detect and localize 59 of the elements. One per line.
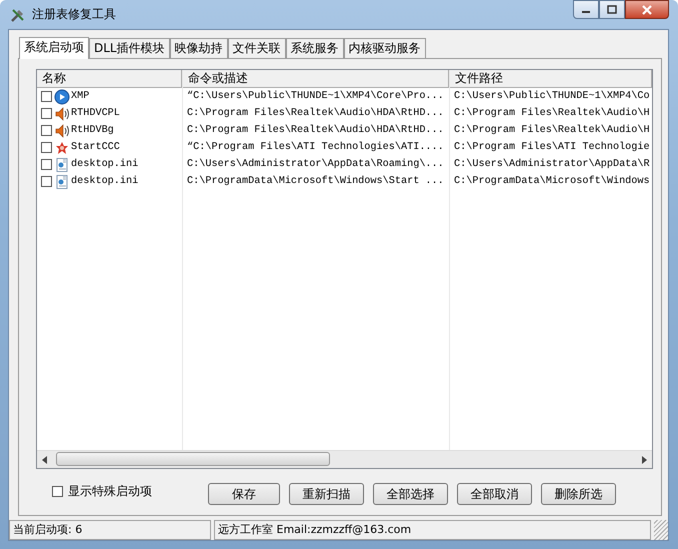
action-button[interactable]: 删除所选 xyxy=(541,483,616,505)
scroll-right-icon[interactable] xyxy=(641,456,647,464)
scroll-left-icon[interactable] xyxy=(42,456,48,464)
status-text: 远方工作室 Email:zzmzzff@163.com xyxy=(214,520,651,540)
speaker-icon xyxy=(54,106,70,122)
column-header[interactable]: 名称 xyxy=(37,70,182,88)
tab[interactable]: 映像劫持 xyxy=(170,38,228,58)
table-cell-text: C:\ProgramData\Microsoft\Windows xyxy=(453,174,651,189)
table-cell-text: RTHDVCPL xyxy=(71,107,120,121)
close-icon xyxy=(641,4,653,14)
table-cell-text: StartCCC xyxy=(71,141,120,155)
action-button[interactable]: 重新扫描 xyxy=(289,483,364,505)
table-cell-text: desktop.ini xyxy=(71,158,138,172)
checkbox-label: 显示特殊启动项 xyxy=(68,483,152,500)
minimize-button[interactable] xyxy=(573,0,599,19)
column-header[interactable]: 命令或描述 xyxy=(183,70,449,88)
tab[interactable]: 文件关联 xyxy=(228,38,286,58)
close-button[interactable] xyxy=(625,0,669,19)
speaker-icon xyxy=(54,122,70,138)
checkbox[interactable] xyxy=(41,176,52,187)
checkbox[interactable] xyxy=(52,486,63,497)
checkbox[interactable] xyxy=(41,91,52,102)
table-cell-text: C:\ProgramData\Microsoft\Windows\Start ... xyxy=(186,174,445,189)
gear-file-icon xyxy=(54,156,70,172)
resize-grip-icon[interactable] xyxy=(654,520,668,540)
table-cell-text: C:\Program Files\Realtek\Audio\H xyxy=(453,106,651,121)
tab[interactable]: DLL插件模块 xyxy=(89,38,170,58)
table-cell-text: “C:\Program Files\ATI Technologies\ATI.... xyxy=(186,140,445,155)
table-cell-text: C:\Users\Administrator\AppData\R xyxy=(453,158,651,172)
checkbox[interactable] xyxy=(41,108,52,119)
table-cell-text: C:\Users\Administrator\AppData\Roaming\... xyxy=(186,158,445,172)
tab[interactable]: 系统启动项 xyxy=(19,37,89,59)
horizontal-scrollbar[interactable] xyxy=(37,450,652,468)
maximize-button[interactable] xyxy=(599,0,625,19)
action-button[interactable]: 全部取消 xyxy=(457,483,532,505)
maximize-icon xyxy=(607,5,617,14)
star-icon xyxy=(54,140,70,156)
table-cell-text: XMP xyxy=(71,90,90,104)
action-button[interactable]: 全部选择 xyxy=(373,483,448,505)
action-button[interactable]: 保存 xyxy=(208,483,280,505)
table-cell-text: RtHDVBg xyxy=(71,124,114,138)
column-header[interactable]: 文件路径 xyxy=(450,70,652,88)
checkbox[interactable] xyxy=(41,125,52,136)
status-text: 当前启动项: 6 xyxy=(9,520,211,540)
checkbox[interactable] xyxy=(41,159,52,170)
table-cell-text: C:\Program Files\ATI Technologie xyxy=(453,140,651,155)
window-title: 注册表修复工具 xyxy=(32,6,116,23)
table-cell-text: C:\Program Files\Realtek\Audio\H xyxy=(453,124,651,138)
table-cell-text: desktop.ini xyxy=(71,174,138,189)
table-cell-text: C:\Program Files\Realtek\Audio\HDA\RtHD... xyxy=(186,124,445,138)
table-cell-text: “C:\Users\Public\THUNDE~1\XMP4\Core\Pro... xyxy=(186,90,445,104)
table-cell-text: C:\Program Files\Realtek\Audio\HDA\RtHD... xyxy=(186,106,445,121)
table-cell-text: C:\Users\Public\THUNDE~1\XMP4\Co xyxy=(453,90,651,104)
tools-icon xyxy=(10,6,26,22)
tab[interactable]: 内核驱动服务 xyxy=(344,38,426,58)
play-icon xyxy=(54,88,70,104)
checkbox[interactable] xyxy=(41,142,52,153)
gear-file-icon xyxy=(54,174,70,190)
tab[interactable]: 系统服务 xyxy=(286,38,344,58)
